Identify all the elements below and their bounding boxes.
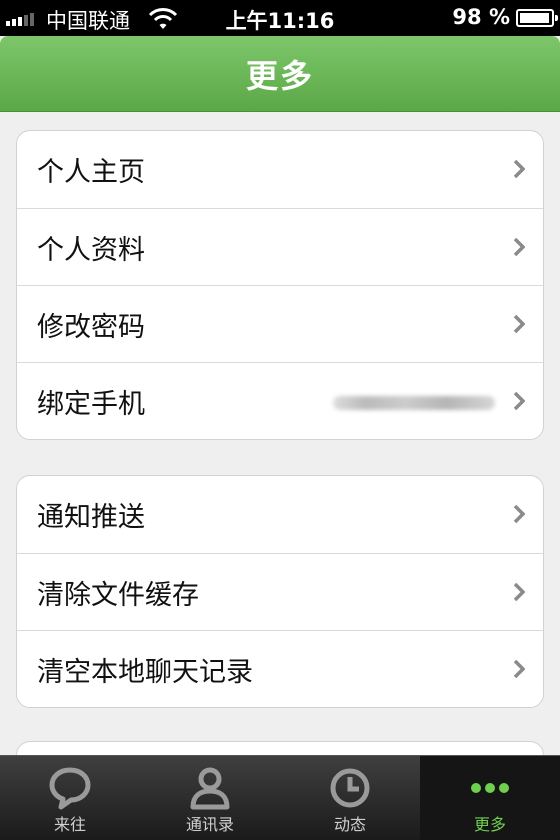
battery-icon — [516, 9, 558, 27]
menu-item-label: 绑定手机 — [37, 388, 145, 420]
tab-updates[interactable]: 动态 — [280, 756, 420, 840]
menu-item-label: 修改密码 — [37, 311, 145, 343]
tab-laiwang[interactable]: 来往 — [0, 756, 140, 840]
menu-item-label: 通知推送 — [37, 502, 145, 533]
clock-icon — [330, 768, 370, 808]
tab-label: 来往 — [53, 815, 86, 834]
screen: 中国联通 上午11:16 98 % 更多 个人主页 个人资料 修改密码 绑定手机 — [0, 0, 560, 840]
tab-label: 通讯录 — [185, 815, 234, 834]
chevron-right-icon — [513, 314, 525, 334]
chevron-right-icon — [513, 504, 525, 524]
tab-contacts[interactable]: 通讯录 — [140, 756, 280, 840]
menu-item-label: 个人主页 — [37, 157, 145, 188]
menu-item-label: 清除文件缓存 — [37, 579, 199, 611]
menu-item-notifications[interactable]: 通知推送 — [17, 476, 543, 553]
menu-item-clear-file-cache[interactable]: 清除文件缓存 — [17, 553, 543, 630]
account-settings-group: 个人主页 个人资料 修改密码 绑定手机 — [16, 130, 544, 440]
chevron-right-icon — [513, 391, 525, 411]
menu-item-personal-info[interactable]: 个人资料 — [17, 208, 543, 285]
chevron-right-icon — [513, 159, 525, 179]
menu-item-personal-homepage[interactable]: 个人主页 — [17, 131, 543, 208]
app-settings-group: 通知推送 清除文件缓存 清空本地聊天记录 — [16, 475, 544, 708]
chat-bubble-icon — [49, 767, 91, 810]
menu-item-label: 个人资料 — [37, 234, 145, 266]
chevron-right-icon — [513, 237, 525, 257]
person-icon — [190, 767, 230, 810]
status-bar: 中国联通 上午11:16 98 % — [0, 0, 560, 36]
chevron-right-icon — [513, 659, 525, 679]
more-dots-icon — [471, 783, 509, 793]
menu-item-bind-phone[interactable]: 绑定手机 — [17, 362, 543, 439]
tab-bar: 来往 通讯录 动态 更多 — [0, 755, 560, 840]
phone-number-redacted — [333, 396, 495, 410]
navigation-bar: 更多 — [0, 36, 560, 112]
menu-item-label: 清空本地聊天记录 — [37, 656, 253, 688]
battery-percentage: 98 % — [452, 5, 510, 29]
tab-label: 更多 — [473, 815, 506, 834]
tab-more[interactable]: 更多 — [420, 756, 560, 840]
battery-fill — [520, 13, 550, 23]
tab-label: 动态 — [333, 815, 366, 834]
menu-item-clear-chat-history[interactable]: 清空本地聊天记录 — [17, 630, 543, 707]
page-title: 更多 — [245, 56, 314, 95]
chevron-right-icon — [513, 582, 525, 602]
menu-item-change-password[interactable]: 修改密码 — [17, 285, 543, 362]
